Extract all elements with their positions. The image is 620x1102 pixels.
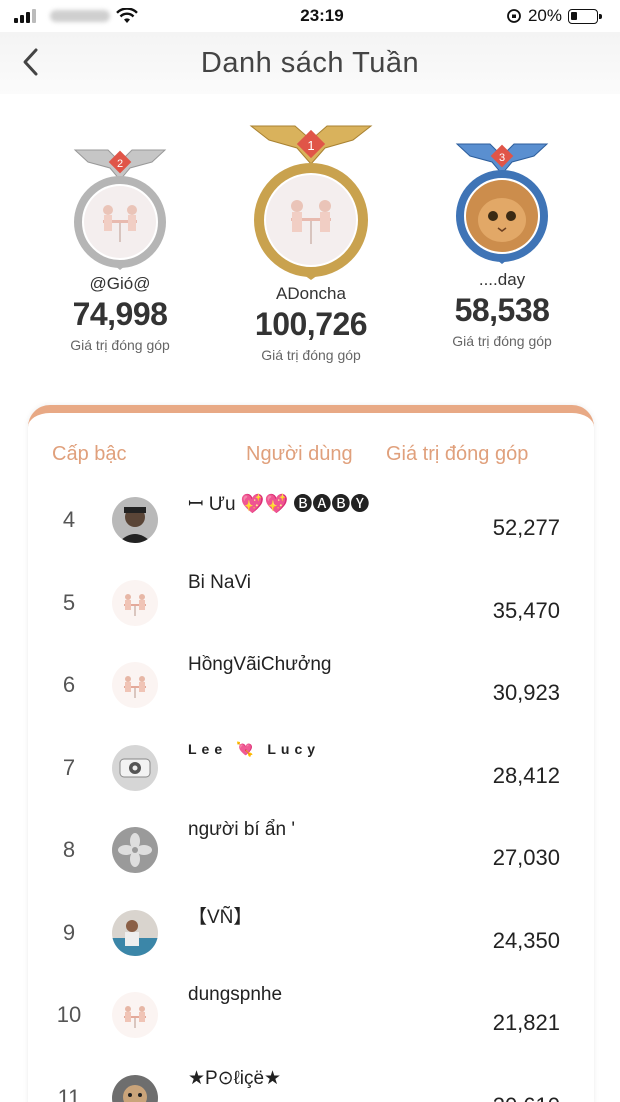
avatar[interactable] xyxy=(112,827,158,873)
avatar[interactable] xyxy=(112,909,158,956)
battery-icon xyxy=(567,8,602,24)
avatar[interactable] xyxy=(112,579,158,626)
avatar[interactable] xyxy=(112,992,158,1038)
row-username: ꟷ Ưu 💖💖 🅑🅐🅑🅨 xyxy=(188,494,370,515)
table-row[interactable]: 7 Lee 💘 Lucy 28,412 xyxy=(28,727,594,810)
silver-medal-badge: 2 xyxy=(73,149,167,270)
row-rank: 4 xyxy=(62,507,76,532)
header-value: Giá trị đóng góp xyxy=(386,443,529,465)
medal-rank-2: 2 xyxy=(117,158,123,170)
row-username: 【VÑ】 xyxy=(188,906,253,928)
row-value: 52,277 xyxy=(492,515,560,540)
podium-value: 58,538 xyxy=(454,292,550,328)
podium-rank-1[interactable]: 1 ADoncha 100,726 Giá trị đóng góp xyxy=(236,122,386,363)
table-header: Cấp bậc Người dùng Giá trị đóng góp xyxy=(28,443,594,473)
signal-icon xyxy=(14,9,36,23)
header-user: Người dùng xyxy=(246,443,353,465)
row-value: 28,412 xyxy=(492,762,560,788)
row-rank: 5 xyxy=(62,589,76,615)
back-chevron-icon xyxy=(23,48,38,76)
row-username: người bí ẩn ' xyxy=(188,819,295,840)
row-username: HồngVãiChưởng xyxy=(188,654,332,675)
carrier-name-blurred xyxy=(50,10,110,22)
podium-label: Giá trị đóng góp xyxy=(452,333,552,349)
row-rank: 8 xyxy=(62,837,76,862)
table-row[interactable]: 11 ★P⊙ℓiçë★ 20,610 xyxy=(28,1057,594,1102)
podium-label: Giá trị đóng góp xyxy=(70,337,170,353)
blue-medal-badge: 3 xyxy=(455,143,549,264)
status-time: 23:19 xyxy=(300,6,344,25)
row-value: 30,923 xyxy=(492,680,560,705)
podium-rank-2[interactable]: 2 @Gió@ 74,998 Giá trị đóng góp xyxy=(50,140,190,353)
row-username: Lee 💘 Lucy xyxy=(188,740,321,757)
battery-percent: 20% xyxy=(527,6,562,25)
podium-label: Giá trị đóng góp xyxy=(261,347,361,363)
table-row[interactable]: 9 【VÑ】 24,350 xyxy=(28,892,594,975)
podium-name: ADoncha xyxy=(276,284,346,303)
row-value: 27,030 xyxy=(492,845,560,870)
medal-rank-1: 1 xyxy=(307,138,314,153)
row-value: 21,821 xyxy=(492,1010,560,1035)
podium-name: @Gió@ xyxy=(89,274,151,293)
table-row[interactable]: 10 dungspnhe 21,821 xyxy=(28,974,594,1057)
avatar[interactable] xyxy=(112,744,158,791)
podium-rank-3[interactable]: 3 ....day 58,538 Giá trị đóng góp xyxy=(432,140,572,349)
podium-value: 74,998 xyxy=(72,296,168,332)
table-row[interactable]: 4 ꟷ Ưu 💖💖 🅑🅐🅑🅨 52,277 xyxy=(28,479,594,562)
row-value: 35,470 xyxy=(492,597,560,623)
rotation-lock-icon xyxy=(507,9,521,23)
ranking-list: 4 ꟷ Ưu 💖💖 🅑🅐🅑🅨 52,277 5 Bi NaVi 35,470 6… xyxy=(28,479,594,1102)
row-rank: 6 xyxy=(62,672,76,697)
row-rank: 11 xyxy=(57,1084,81,1102)
row-rank: 9 xyxy=(62,919,76,945)
row-username: ★P⊙ℓiçë★ xyxy=(188,1067,282,1089)
header-rank: Cấp bậc xyxy=(52,443,127,465)
row-username: dungspnhe xyxy=(188,984,283,1005)
wifi-icon xyxy=(116,8,138,23)
gold-medal-badge: 1 xyxy=(249,125,373,280)
page-header: Danh sách Tuần xyxy=(0,32,620,94)
top-three-podium: 2 @Gió@ 74,998 Giá trị đóng góp 1 ADonch… xyxy=(0,110,620,400)
row-rank: 7 xyxy=(62,754,76,780)
table-row[interactable]: 8 người bí ẩn ' 27,030 xyxy=(28,809,594,892)
status-right: 20% xyxy=(506,6,602,26)
avatar[interactable] xyxy=(112,1074,158,1102)
row-value: 24,350 xyxy=(492,927,560,953)
back-button[interactable] xyxy=(14,44,50,80)
avatar[interactable] xyxy=(112,497,158,543)
podium-value: 100,726 xyxy=(254,306,368,342)
page-title: Danh sách Tuần xyxy=(200,46,420,79)
row-username: Bi NaVi xyxy=(188,571,252,593)
status-left xyxy=(14,8,138,24)
row-rank: 10 xyxy=(56,1002,82,1027)
table-row[interactable]: 6 HồngVãiChưởng 30,923 xyxy=(28,644,594,727)
status-bar: 23:19 20% xyxy=(0,0,620,32)
ranking-card: Cấp bậc Người dùng Giá trị đóng góp 4 ꟷ … xyxy=(28,405,594,1102)
table-row[interactable]: 5 Bi NaVi 35,470 xyxy=(28,562,594,645)
medal-rank-3: 3 xyxy=(499,152,505,164)
row-value: 20,610 xyxy=(493,1093,560,1102)
podium-name: ....day xyxy=(478,270,526,289)
avatar[interactable] xyxy=(112,662,158,708)
